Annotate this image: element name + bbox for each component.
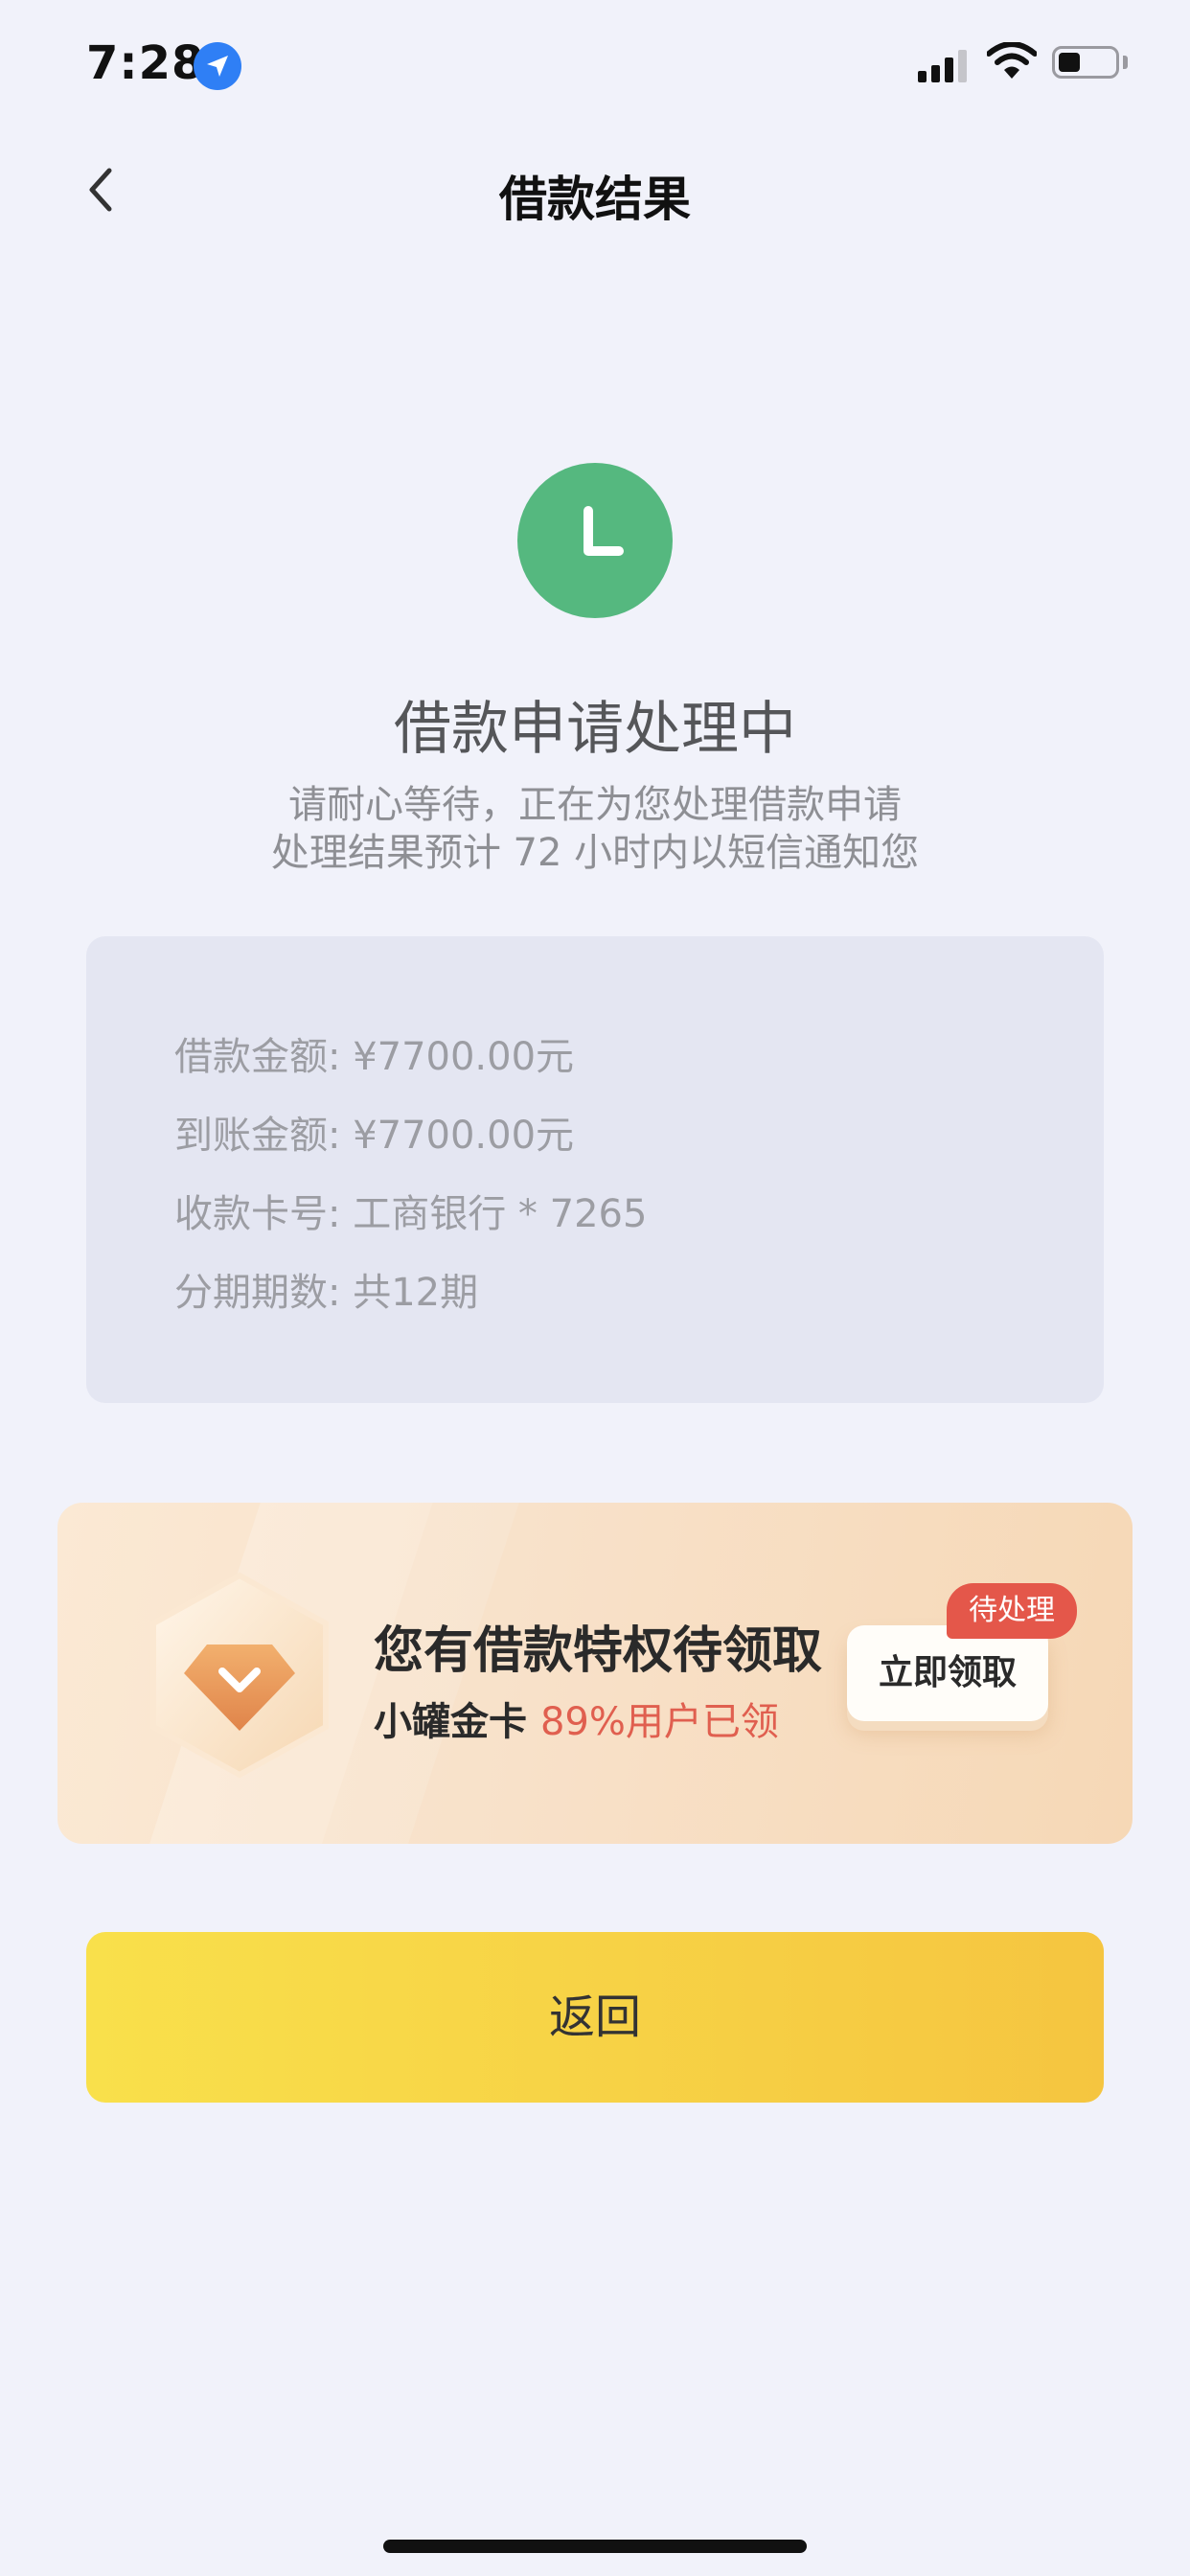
pending-badge: 待处理 [947, 1583, 1077, 1639]
page-title: 借款结果 [499, 172, 691, 227]
clock-pending-icon [517, 463, 673, 618]
battery-icon [1052, 46, 1119, 79]
detail-received-amount: 到账金额: ¥7700.00元 [174, 1114, 575, 1158]
location-arrow-icon [194, 42, 241, 90]
cellular-signal-icon [918, 50, 968, 82]
status-time: 7:28 [86, 36, 205, 90]
promo-title: 您有借款特权待领取 [374, 1622, 823, 1680]
privilege-promo-banner[interactable]: 您有借款特权待领取 小罐金卡 89%用户已领 立即领取 待处理 [57, 1503, 1133, 1844]
result-description-line-2: 处理结果预计 72 小时内以短信通知您 [270, 831, 920, 875]
result-description-line-1: 请耐心等待，正在为您处理借款申请 [288, 783, 902, 827]
detail-loan-amount: 借款金额: ¥7700.00元 [174, 1035, 575, 1079]
battery-cap [1123, 56, 1128, 69]
loan-details-card: 借款金额: ¥7700.00元 到账金额: ¥7700.00元 收款卡号: 工商… [86, 936, 1104, 1403]
result-description: 请耐心等待，正在为您处理借款申请 处理结果预计 72 小时内以短信通知您 [0, 781, 1190, 877]
return-button[interactable]: 返回 [86, 1932, 1104, 2103]
claim-now-button[interactable]: 立即领取 [847, 1625, 1048, 1721]
promo-subtitle: 小罐金卡 89%用户已领 [374, 1690, 779, 1746]
promo-claim-rate: 89%用户已领 [539, 1700, 779, 1744]
detail-bank-card: 收款卡号: 工商银行 * 7265 [174, 1192, 648, 1236]
home-indicator[interactable] [383, 2540, 807, 2553]
diamond-gem-icon [144, 1570, 335, 1781]
result-title: 借款申请处理中 [394, 696, 796, 763]
wifi-icon [986, 41, 1038, 84]
promo-card-name: 小罐金卡 [374, 1700, 527, 1744]
detail-installments: 分期期数: 共12期 [174, 1271, 479, 1315]
